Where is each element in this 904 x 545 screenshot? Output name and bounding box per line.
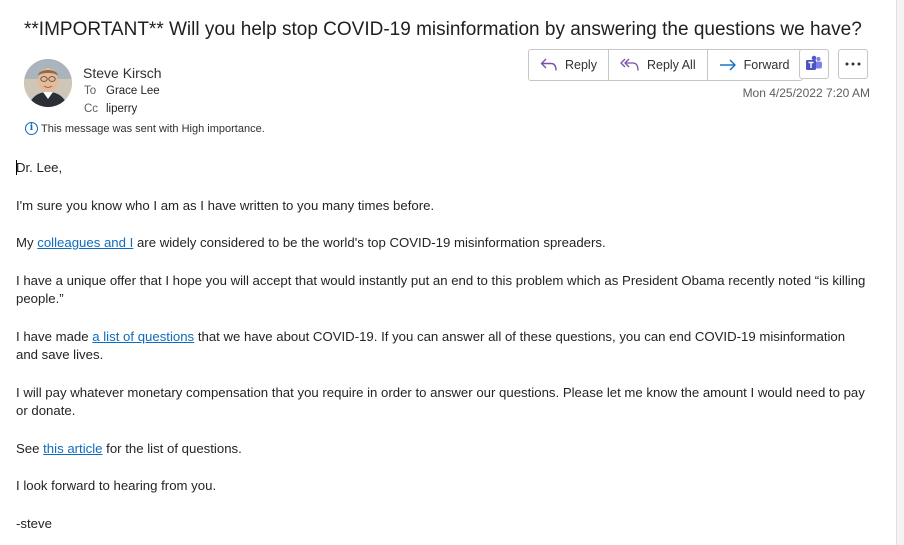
colleagues-link[interactable]: colleagues and I <box>37 235 133 250</box>
reply-all-label: Reply All <box>646 58 696 72</box>
message-body[interactable]: Dr. Lee, I'm sure you know who I am as I… <box>16 159 866 533</box>
sent-date: Mon 4/25/2022 7:20 AM <box>742 86 870 100</box>
forward-button[interactable]: Forward <box>708 50 803 80</box>
forward-label: Forward <box>743 58 790 72</box>
article-link[interactable]: this article <box>43 441 102 456</box>
greeting: Dr. Lee, <box>16 159 866 178</box>
paragraph-6: See this article for the list of questio… <box>16 440 866 459</box>
email-subject: **IMPORTANT** Will you help stop COVID-1… <box>24 19 862 40</box>
reply-all-button[interactable]: Reply All <box>609 50 708 80</box>
more-options-button[interactable] <box>838 49 868 79</box>
reply-button[interactable]: Reply <box>529 50 609 80</box>
paragraph-2: My colleagues and I are widely considere… <box>16 234 866 253</box>
more-ellipsis-icon <box>845 62 861 66</box>
importance-banner: i This message was sent with High import… <box>25 122 265 135</box>
cc-label: Cc <box>84 103 99 115</box>
importance-text: This message was sent with High importan… <box>41 122 265 135</box>
paragraph-7: I look forward to hearing from you. <box>16 478 217 493</box>
reply-icon <box>540 58 557 71</box>
paragraph-3: I have a unique offer that I hope you wi… <box>16 272 866 307</box>
sender-photo <box>24 59 72 107</box>
paragraph-4: I have made a list of questions that we … <box>16 328 866 365</box>
to-recipient[interactable]: Grace Lee <box>106 85 160 97</box>
paragraph-4-pre: I have made <box>16 328 93 344</box>
reply-all-icon <box>620 58 639 71</box>
paragraph-6-pre: See <box>16 440 44 456</box>
cc-recipient[interactable]: liperry <box>106 103 137 115</box>
greeting-text: Dr. Lee, <box>16 160 63 175</box>
info-icon: i <box>25 122 38 135</box>
window-edge <box>896 0 904 545</box>
teams-icon <box>806 55 822 70</box>
cc-row: Cc liperry <box>84 103 137 115</box>
questions-list-link[interactable]: a list of questions <box>92 329 194 344</box>
paragraph-6-post: for the list of questions. <box>102 440 242 456</box>
signature: -steve <box>16 515 52 531</box>
paragraph-1: I'm sure you know who I am as I have wri… <box>16 197 435 213</box>
sender-name[interactable]: Steve Kirsch <box>83 65 162 81</box>
teams-button[interactable] <box>799 49 829 79</box>
to-label: To <box>84 85 97 97</box>
paragraph-5: I will pay whatever monetary compensatio… <box>16 384 865 419</box>
forward-arrow-icon <box>719 59 736 71</box>
to-row: To Grace Lee <box>84 85 160 97</box>
action-bar: Reply Reply All Forward <box>528 49 804 81</box>
avatar[interactable] <box>24 59 72 107</box>
paragraph-2-post: are widely considered to be the world's … <box>133 235 606 250</box>
paragraph-2-pre: My <box>16 235 38 250</box>
reply-label: Reply <box>565 58 597 72</box>
